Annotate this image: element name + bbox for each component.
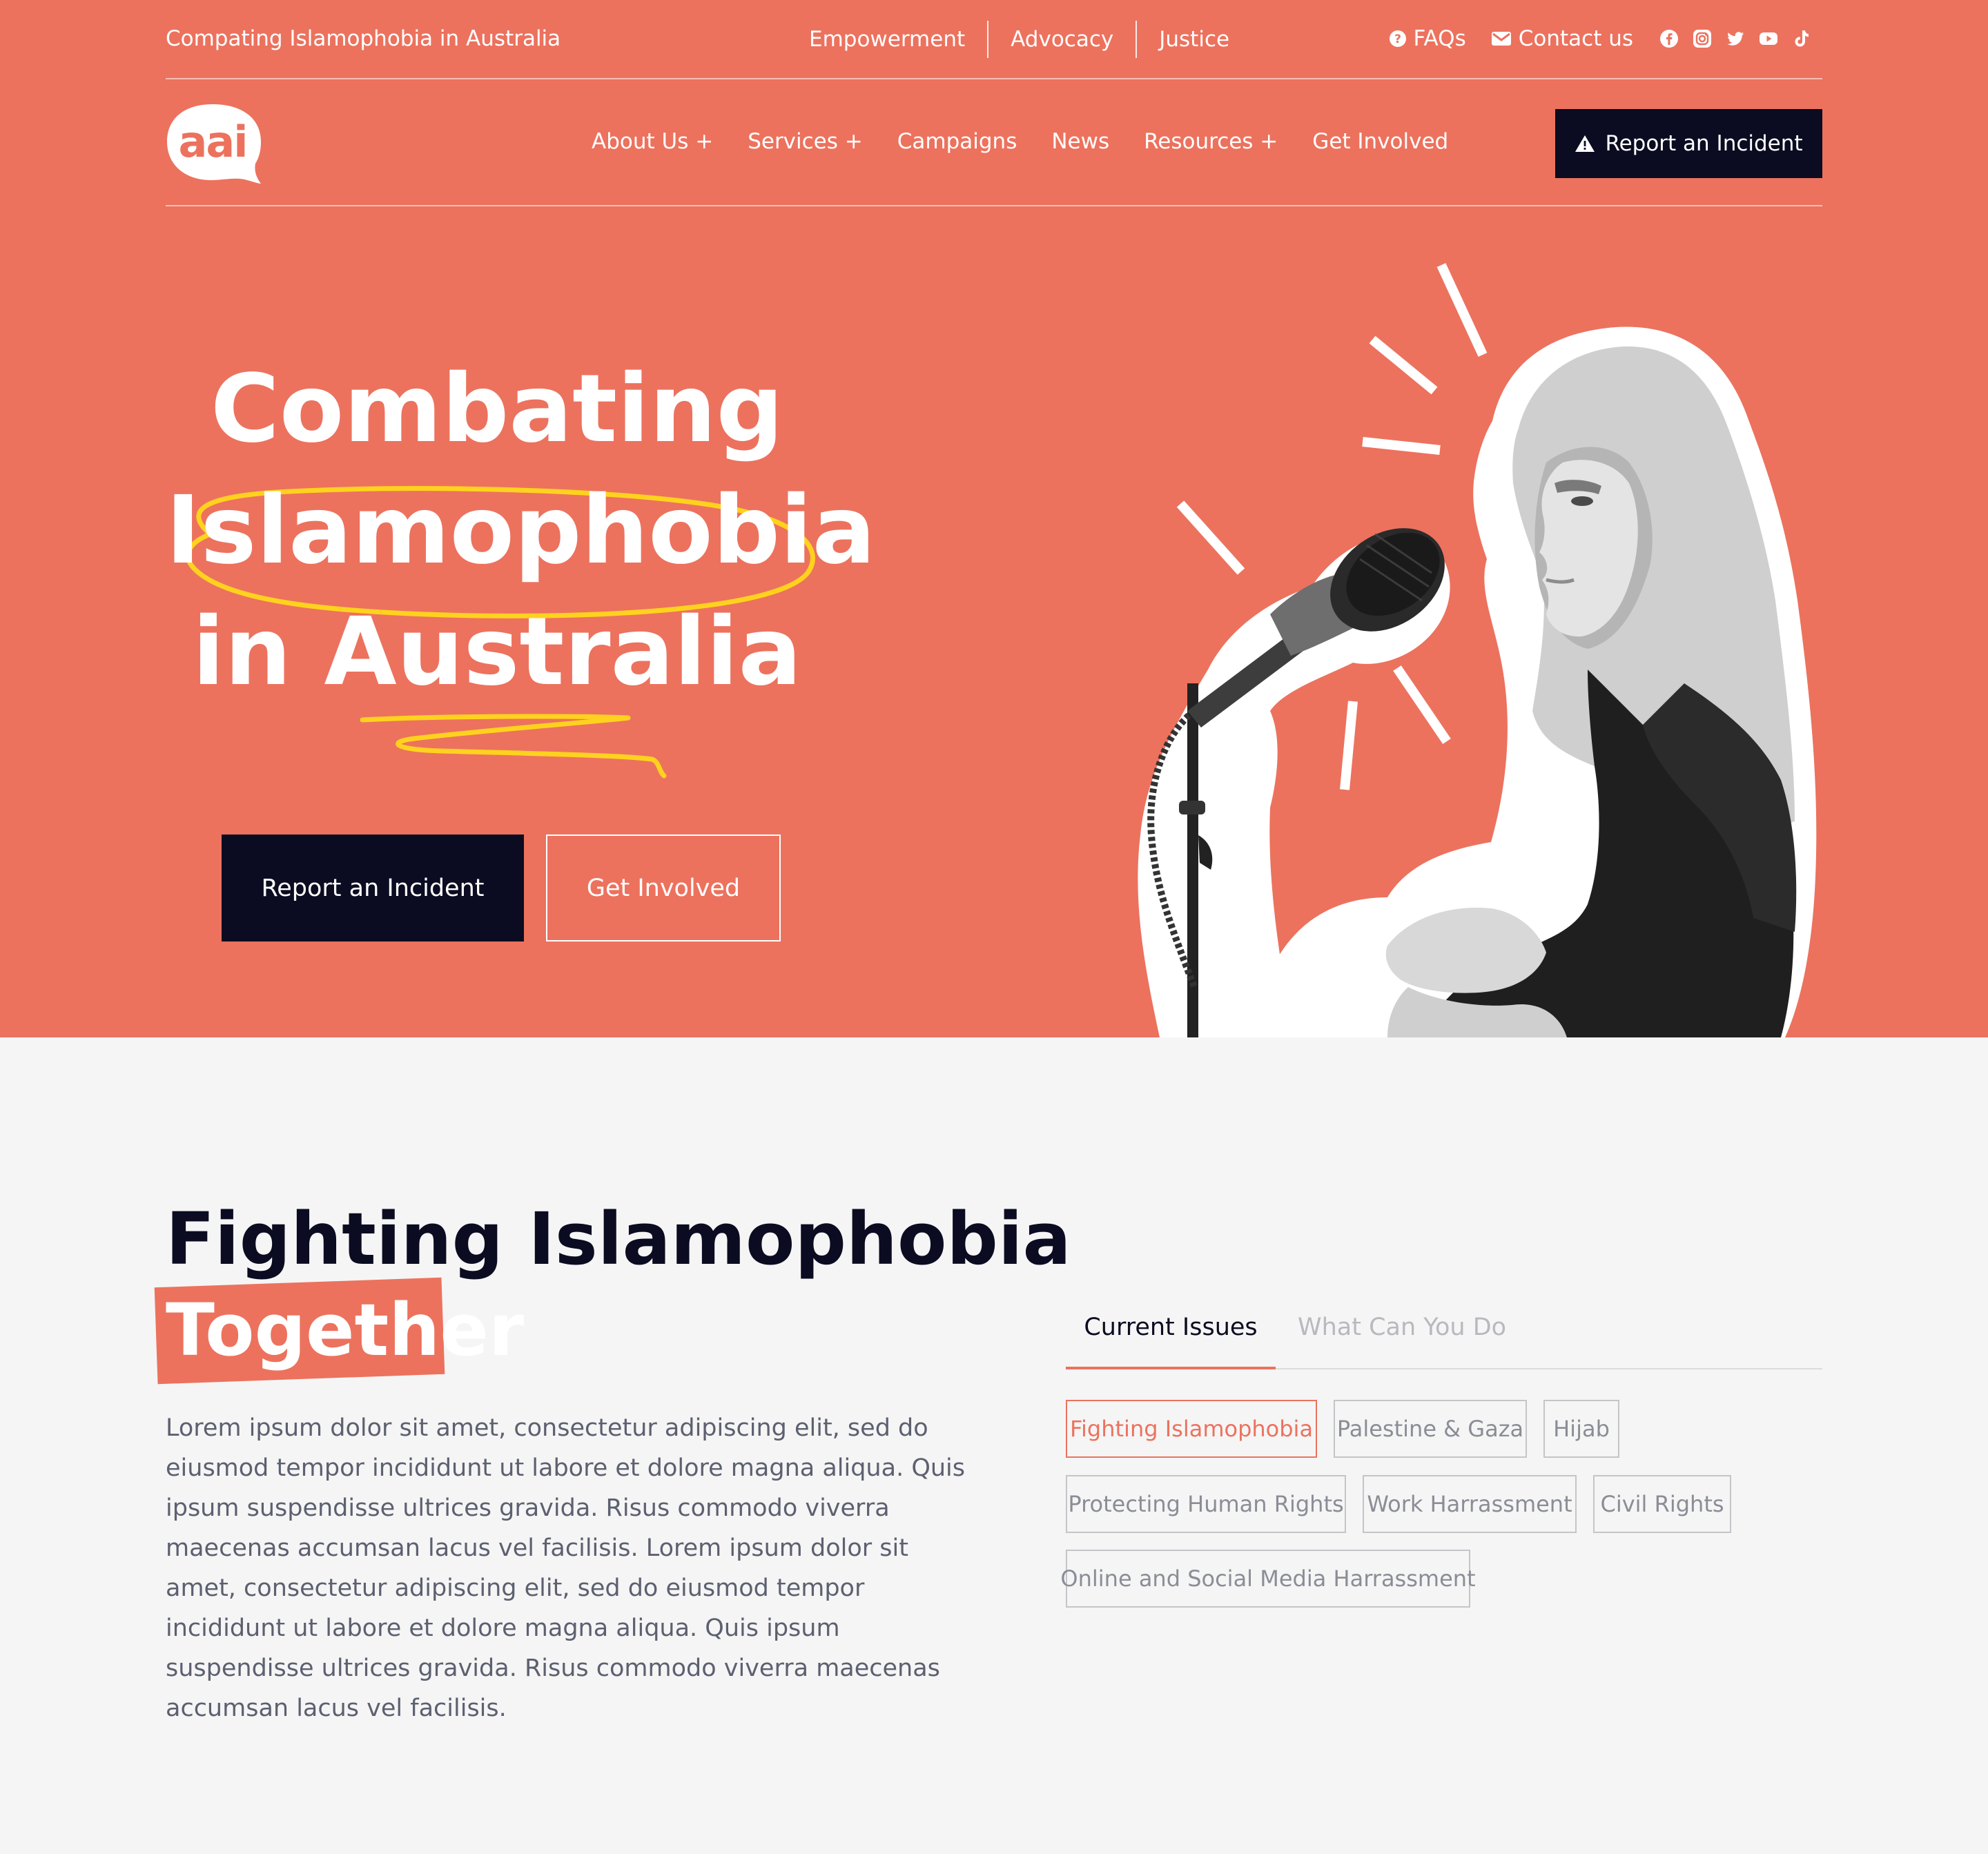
pillar-advocacy-link[interactable]: Advocacy [987,21,1136,58]
hero-report-incident-button[interactable]: Report an Incident [222,835,524,941]
envelope-icon [1491,32,1511,46]
instagram-icon[interactable] [1693,29,1712,48]
nav-report-incident-label: Report an Incident [1605,131,1803,156]
faqs-link[interactable]: ? FAQs [1389,26,1466,51]
pillar-links: Empowerment Advocacy Justice [787,21,1251,58]
nav-services[interactable]: Services + [748,129,863,154]
utility-links: ? FAQs Contact us [1389,26,1633,51]
hero-get-involved-button[interactable]: Get Involved [546,835,781,941]
contact-label: Contact us [1518,26,1633,51]
warning-icon [1575,135,1595,152]
issue-chip-fighting-islamophobia[interactable]: Fighting Islamophobia [1066,1400,1317,1458]
issue-chip-online-social-media-harrassment[interactable]: Online and Social Media Harrassment [1060,1550,1476,1608]
tab-current-issues[interactable]: Current Issues [1066,1305,1276,1369]
hero-title: Combating Islamophobia in Australia [166,349,876,713]
youtube-icon[interactable] [1759,29,1778,48]
section-title-highlighted-word: Together [166,1288,525,1372]
nav-about-us[interactable]: About Us + [592,129,713,154]
pillar-justice-link[interactable]: Justice [1136,21,1251,58]
tiktok-icon[interactable] [1792,29,1811,48]
facebook-icon[interactable] [1659,29,1679,48]
social-links [1659,29,1811,48]
section-title: Fighting Islamophobia [166,1197,1071,1281]
nav-news[interactable]: News [1051,129,1109,154]
nav-get-involved[interactable]: Get Involved [1312,129,1448,154]
issues-tabs: Current Issues What Can You Do [1066,1305,1822,1369]
nav-resources[interactable]: Resources + [1144,129,1278,154]
site-logo[interactable]: aai [166,101,262,184]
svg-text:aai: aai [179,117,247,167]
section-body-text: Lorem ipsum dolor sit amet, consectetur … [166,1414,966,1722]
hero-title-line-3: in Australia [192,598,802,707]
site-tagline: Compating Islamophobia in Australia [166,26,561,51]
primary-nav-links: About Us + Services + Campaigns News Res… [592,129,1448,154]
issue-chip-work-harrassment[interactable]: Work Harrassment [1363,1475,1577,1533]
twitter-icon[interactable] [1726,29,1745,48]
issue-chip-protecting-human-rights[interactable]: Protecting Human Rights [1066,1475,1346,1533]
contact-link[interactable]: Contact us [1491,26,1633,51]
nav-report-incident-button[interactable]: Report an Incident [1555,109,1822,178]
hero-title-line-2: Islamophobia [166,476,876,585]
question-circle-icon: ? [1389,30,1406,47]
top-bar: Compating Islamophobia in Australia Empo… [166,0,1822,79]
hero-speaker-image [1138,263,1817,1037]
issue-chip-palestine-gaza[interactable]: Palestine & Gaza [1334,1400,1527,1458]
issue-chip-civil-rights[interactable]: Civil Rights [1593,1475,1731,1533]
nav-campaigns[interactable]: Campaigns [897,129,1017,154]
pillar-empowerment-link[interactable]: Empowerment [787,21,987,58]
svg-text:?: ? [1394,32,1401,46]
hero-section: Compating Islamophobia in Australia Empo… [0,0,1988,1037]
faqs-label: FAQs [1413,26,1466,51]
main-navigation: aai About Us + Services + Campaigns News… [166,81,1822,206]
issue-chip-hijab[interactable]: Hijab [1543,1400,1619,1458]
tab-what-can-you-do[interactable]: What Can You Do [1298,1305,1506,1369]
hero-title-line-1: Combating [211,355,783,464]
